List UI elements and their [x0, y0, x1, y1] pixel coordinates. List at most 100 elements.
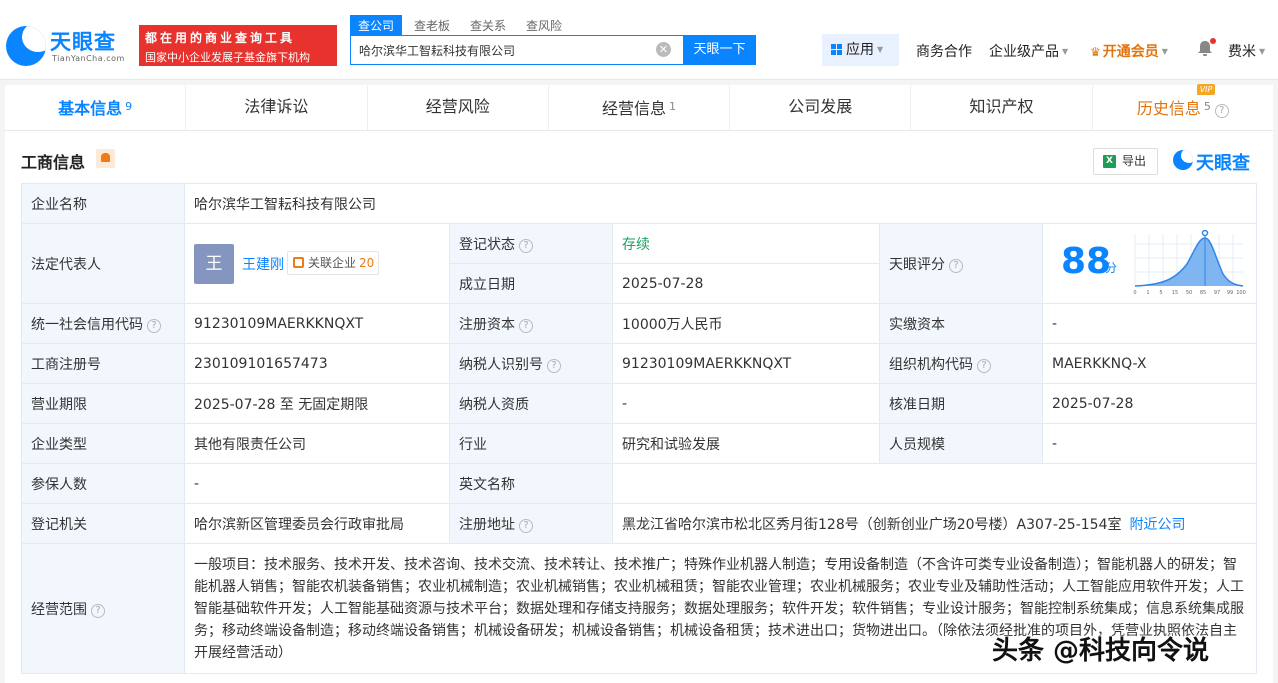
tab-label: 公司发展 — [788, 97, 853, 116]
tab-legal[interactable]: 法律诉讼 — [186, 85, 368, 130]
help-icon[interactable]: ? — [147, 318, 161, 333]
score-tick: 15 — [1172, 290, 1178, 296]
reg-no-value: 230109101657473 — [184, 343, 450, 384]
score-tick: 0 — [1133, 290, 1136, 296]
tab-operation[interactable]: 经营信息 1 — [549, 85, 731, 130]
reg-status-value: 存续 — [612, 223, 880, 264]
score-tick: 99 — [1227, 290, 1233, 296]
export-button[interactable]: X 导出 — [1093, 148, 1158, 175]
tab-risk[interactable]: 经营风险 — [368, 85, 549, 130]
clear-icon[interactable]: ✕ — [656, 42, 671, 57]
nav-enterprise-label: 企业级产品 — [989, 44, 1059, 60]
tab-count: 1 — [668, 100, 676, 113]
reg-capital-value: 10000万人民币 — [612, 303, 880, 344]
staff-label: 人员规模 — [879, 423, 1043, 464]
nav-vip[interactable]: ♛ 开通会员 ▼ — [1090, 41, 1168, 61]
type-label: 企业类型 — [21, 423, 185, 464]
score-label: 天眼评分? — [879, 223, 1043, 304]
nearby-companies-link[interactable]: 附近公司 — [1129, 517, 1185, 533]
table-row: 工商注册号 230109101657473 纳税人识别号? 91230109MA… — [21, 343, 1258, 384]
tab-count: 9 — [125, 100, 133, 113]
credit-code-label-text: 统一社会信用代码 — [31, 316, 143, 333]
tianyancha-logo[interactable]: 天眼查 TianYanCha.com — [6, 26, 136, 66]
search-tab-boss[interactable]: 查老板 — [406, 15, 458, 35]
org-code-value: MAERKKNQ-X — [1041, 343, 1258, 384]
apps-grid-icon — [831, 44, 842, 55]
score-label-text: 天眼评分 — [889, 256, 945, 273]
slogan-banner: 都在用的商业查询工具 国家中小企业发展子基金旗下机构 — [139, 25, 337, 66]
approve-date-label: 核准日期 — [879, 383, 1043, 424]
score-tick: 1 — [1146, 290, 1149, 296]
avatar[interactable]: 王 — [194, 243, 234, 284]
apps-button[interactable]: 应用 ▼ — [822, 34, 899, 66]
reg-status-label-text: 登记状态 — [459, 236, 515, 253]
taxpayer-id-label: 纳税人识别号? — [449, 343, 613, 384]
scope-label: 经营范围? — [21, 543, 185, 674]
table-row: 参保人数 - 英文名称 — [21, 463, 1258, 504]
org-code-label: 组织机构代码? — [879, 343, 1043, 384]
reg-capital-label: 注册资本? — [449, 303, 613, 344]
section-title: 工商信息 — [21, 153, 86, 172]
help-icon[interactable]: ? — [519, 238, 533, 253]
table-row: 企业名称 哈尔滨华工智耘科技有限公司 — [21, 183, 1258, 224]
type-value: 其他有限责任公司 — [184, 423, 450, 464]
help-icon[interactable]: ? — [977, 358, 991, 373]
apps-label: 应用 — [846, 42, 874, 58]
score-cell[interactable]: 88 分 0 1 5 15 50 85 97 99 100 — [1041, 223, 1258, 304]
address-label-text: 注册地址 — [459, 516, 515, 533]
credit-code-value: 91230109MAERKKNQXT — [184, 303, 450, 344]
eye-logo-icon — [6, 26, 46, 66]
help-icon[interactable]: ? — [91, 603, 105, 618]
taxpayer-qual-value: - — [612, 383, 880, 424]
eye-logo-icon — [1173, 150, 1193, 170]
search-button[interactable]: 天眼一下 — [683, 35, 756, 65]
tab-history[interactable]: VIP 历史信息 5? — [1093, 84, 1273, 130]
search-tab-company[interactable]: 查公司 — [350, 15, 403, 35]
search-tab-risk[interactable]: 查风险 — [518, 15, 570, 35]
reg-no-label: 工商注册号 — [21, 343, 185, 384]
help-icon[interactable]: ? — [1214, 104, 1229, 118]
company-name-value: 哈尔滨华工智耘科技有限公司 — [183, 183, 1258, 224]
score-tick: 97 — [1214, 290, 1220, 296]
industry-label: 行业 — [449, 423, 613, 464]
legal-rep-name-link[interactable]: 王建刚 — [242, 254, 284, 274]
score-value: 88 — [1061, 241, 1112, 282]
staff-value: - — [1041, 423, 1258, 464]
help-icon[interactable]: ? — [519, 518, 533, 533]
reg-capital-label-text: 注册资本 — [459, 316, 515, 333]
score-tick: 50 — [1186, 290, 1192, 296]
help-icon[interactable]: ? — [949, 258, 963, 273]
slogan-line2: 国家中小企业发展子基金旗下机构 — [145, 51, 310, 64]
score-distribution-chart: 0 1 5 15 50 85 97 99 100 — [1133, 230, 1246, 296]
search-input[interactable] — [351, 36, 651, 64]
paid-capital-value: - — [1041, 303, 1258, 344]
user-menu[interactable]: 费米 ▼ — [1228, 41, 1265, 61]
nav-business[interactable]: 商务合作 — [916, 41, 972, 61]
vip-tag: VIP — [1196, 84, 1216, 95]
tab-development[interactable]: 公司发展 — [730, 85, 912, 130]
legal-rep: 王 王建刚 关联企业 20 — [194, 243, 440, 284]
logo-text: 天眼查 — [50, 30, 116, 54]
score-unit: 分 — [1105, 261, 1118, 275]
taxpayer-qual-label: 纳税人资质 — [449, 383, 613, 424]
table-row: 法定代表人 王 王建刚 关联企业20 登记状态? 存续 天眼评分? 88 分 — [21, 223, 1258, 304]
company-name-label: 企业名称 — [21, 183, 185, 224]
bell-alert-icon[interactable] — [96, 149, 115, 168]
bell-icon[interactable] — [1197, 38, 1216, 57]
tab-basic-info[interactable]: 基本信息 9 — [5, 85, 187, 130]
found-date-value: 2025-07-28 — [612, 263, 880, 304]
nav-enterprise[interactable]: 企业级产品 ▼ — [989, 41, 1068, 61]
address-label: 注册地址? — [449, 503, 613, 544]
tab-ip[interactable]: 知识产权 — [911, 85, 1093, 130]
legal-rep-label: 法定代表人 — [21, 223, 185, 304]
user-name: 费米 — [1228, 44, 1256, 60]
table-row: 企业类型 其他有限责任公司 行业 研究和试验发展 人员规模 - — [21, 423, 1258, 464]
search-tab-relation[interactable]: 查关系 — [462, 15, 514, 35]
tab-label: 法律诉讼 — [244, 97, 309, 116]
related-companies-badge[interactable]: 关联企业 20 — [287, 250, 380, 275]
score-tick: 85 — [1200, 290, 1206, 296]
table-row: 营业期限 2025-07-28 至 无固定期限 纳税人资质 - 核准日期 202… — [21, 383, 1258, 424]
help-icon[interactable]: ? — [519, 318, 533, 333]
help-icon[interactable]: ? — [547, 358, 561, 373]
score-tick: 100 — [1236, 290, 1246, 296]
